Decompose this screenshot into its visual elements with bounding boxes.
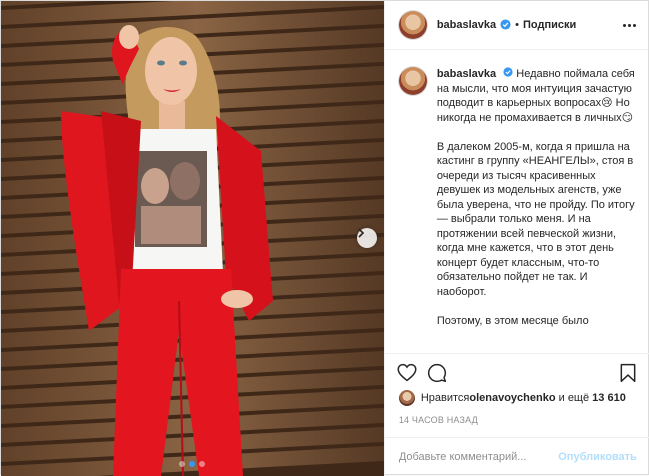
- post-photo[interactable]: [1, 1, 384, 476]
- caption-author-avatar[interactable]: [398, 67, 427, 95]
- carousel-dot: [199, 461, 205, 467]
- caption-paragraph: babaslavka Недавно поймала себя на мысли…: [437, 67, 637, 125]
- caption-scroll-area[interactable]: babaslavka Недавно поймала себя на мысли…: [385, 51, 649, 353]
- caption-paragraph: В далеком 2005-м, когда я пришла на каст…: [436, 140, 635, 298]
- comment-input[interactable]: [398, 451, 549, 463]
- publish-button[interactable]: Опубликовать: [558, 451, 637, 463]
- comment-icon[interactable]: [427, 363, 447, 383]
- carousel-indicator: [179, 461, 205, 467]
- more-options-icon[interactable]: [623, 23, 636, 27]
- post-timestamp[interactable]: 14 ЧАСОВ НАЗАД: [399, 415, 478, 425]
- bookmark-icon[interactable]: [619, 363, 637, 383]
- post-header: babaslavka • Подписки: [384, 1, 648, 50]
- likes-prefix: Нравится: [420, 392, 470, 404]
- liker-username[interactable]: olenavoychenko: [469, 392, 555, 404]
- photo-illustration: [1, 1, 384, 476]
- likes-middle: и ещё: [555, 392, 593, 404]
- post-side-panel: babaslavka • Подписки babaslavka Недавно…: [383, 1, 649, 476]
- caption: babaslavka Недавно поймала себя на мысли…: [437, 67, 637, 353]
- heart-icon[interactable]: [397, 363, 417, 382]
- likes-count[interactable]: 13 610: [592, 392, 626, 404]
- verified-badge-icon: [500, 17, 511, 33]
- carousel-next-button[interactable]: [357, 228, 377, 248]
- comment-form: Опубликовать: [384, 437, 649, 476]
- carousel-dot: [179, 461, 185, 467]
- caption-paragraph: Поэтому, в этом месяце было: [436, 314, 589, 327]
- post-actions: [384, 353, 649, 391]
- caption-username[interactable]: babaslavka: [437, 68, 496, 80]
- carousel-dot: [189, 461, 195, 467]
- author-username[interactable]: babaslavka: [437, 19, 496, 31]
- author-avatar[interactable]: [398, 11, 427, 39]
- chevron-right-icon: [358, 228, 365, 238]
- likes-summary: Нравится olenavoychenko и ещё 13 610: [398, 390, 626, 406]
- liker-avatar[interactable]: [398, 390, 415, 406]
- instagram-post: babaslavka • Подписки babaslavka Недавно…: [0, 0, 649, 476]
- following-button[interactable]: Подписки: [523, 19, 576, 31]
- header-separator: •: [515, 19, 519, 31]
- verified-badge-icon: [503, 67, 513, 82]
